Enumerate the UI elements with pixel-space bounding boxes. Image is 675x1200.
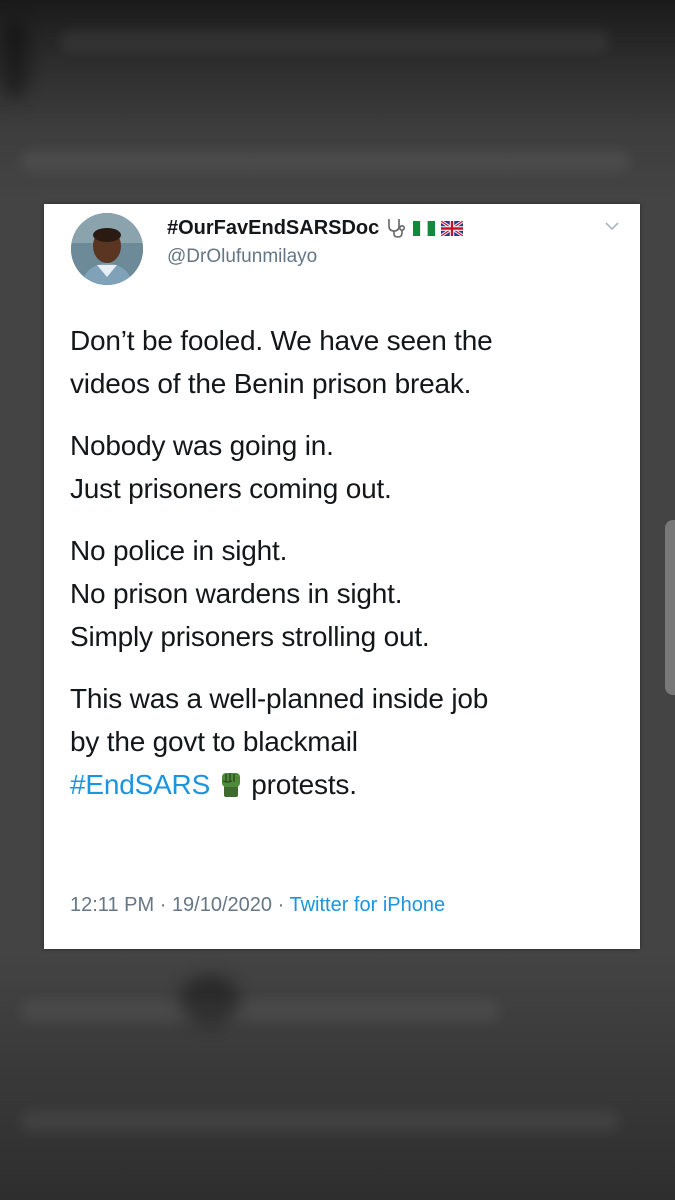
separator-dot: · bbox=[277, 894, 285, 916]
blurred-shape bbox=[0, 20, 30, 100]
blurred-line bbox=[20, 1000, 500, 1022]
tweet-line: Just prisoners coming out. bbox=[70, 473, 392, 504]
display-name[interactable]: #OurFavEndSARSDoc bbox=[167, 217, 379, 240]
tweet-source-link[interactable]: Twitter for iPhone bbox=[289, 894, 445, 916]
tweet-line: Nobody was going in. bbox=[70, 430, 334, 461]
tweet-date[interactable]: 19/10/2020 bbox=[172, 894, 272, 916]
tweet-time[interactable]: 12:11 PM bbox=[70, 894, 154, 916]
blurred-line bbox=[60, 30, 610, 52]
stethoscope-icon bbox=[388, 219, 406, 238]
nigeria-flag-icon bbox=[413, 220, 436, 236]
tweet-line: Simply prisoners strolling out. bbox=[70, 621, 430, 652]
tweet-line: No prison wardens in sight. bbox=[70, 578, 403, 609]
tweet-line: videos of the Benin prison break. bbox=[70, 368, 472, 399]
blurred-shape bbox=[180, 975, 240, 1025]
tweet-paragraph: Don’t be fooled. We have seen the videos… bbox=[70, 319, 630, 405]
name-row: #OurFavEndSARSDoc bbox=[167, 214, 464, 242]
blurred-line bbox=[20, 150, 630, 172]
tweet-text: Don’t be fooled. We have seen the videos… bbox=[70, 319, 630, 825]
tweet-line: Don’t be fooled. We have seen the bbox=[70, 325, 493, 356]
uk-flag-icon bbox=[441, 220, 464, 236]
user-handle[interactable]: @DrOlufunmilayo bbox=[167, 246, 317, 268]
tweet-card: #OurFavEndSARSDoc @DrOlufunmilayo Don’t … bbox=[44, 204, 640, 949]
tweet-line: by the govt to blackmail bbox=[70, 726, 358, 757]
tweet-paragraph: This was a well-planned inside job by th… bbox=[70, 677, 630, 806]
tweet-paragraph: Nobody was going in. Just prisoners comi… bbox=[70, 424, 630, 510]
tweet-paragraph: No police in sight. No prison wardens in… bbox=[70, 529, 630, 658]
avatar-image bbox=[71, 213, 143, 285]
scroll-handle[interactable] bbox=[665, 520, 675, 695]
tweet-word: protests. bbox=[251, 769, 357, 800]
blurred-line bbox=[20, 1110, 620, 1132]
avatar[interactable] bbox=[71, 213, 143, 285]
chevron-down-icon[interactable] bbox=[604, 218, 620, 234]
raised-fist-icon bbox=[221, 773, 240, 797]
separator-dot: · bbox=[159, 894, 167, 916]
tweet-line: No police in sight. bbox=[70, 535, 288, 566]
tweet-meta: 12:11 PM · 19/10/2020 · Twitter for iPho… bbox=[70, 894, 445, 917]
hashtag-link[interactable]: #EndSARS bbox=[70, 769, 210, 800]
tweet-line-with-hashtag: #EndSARS protests. bbox=[70, 763, 630, 806]
tweet-line: This was a well-planned inside job bbox=[70, 683, 489, 714]
